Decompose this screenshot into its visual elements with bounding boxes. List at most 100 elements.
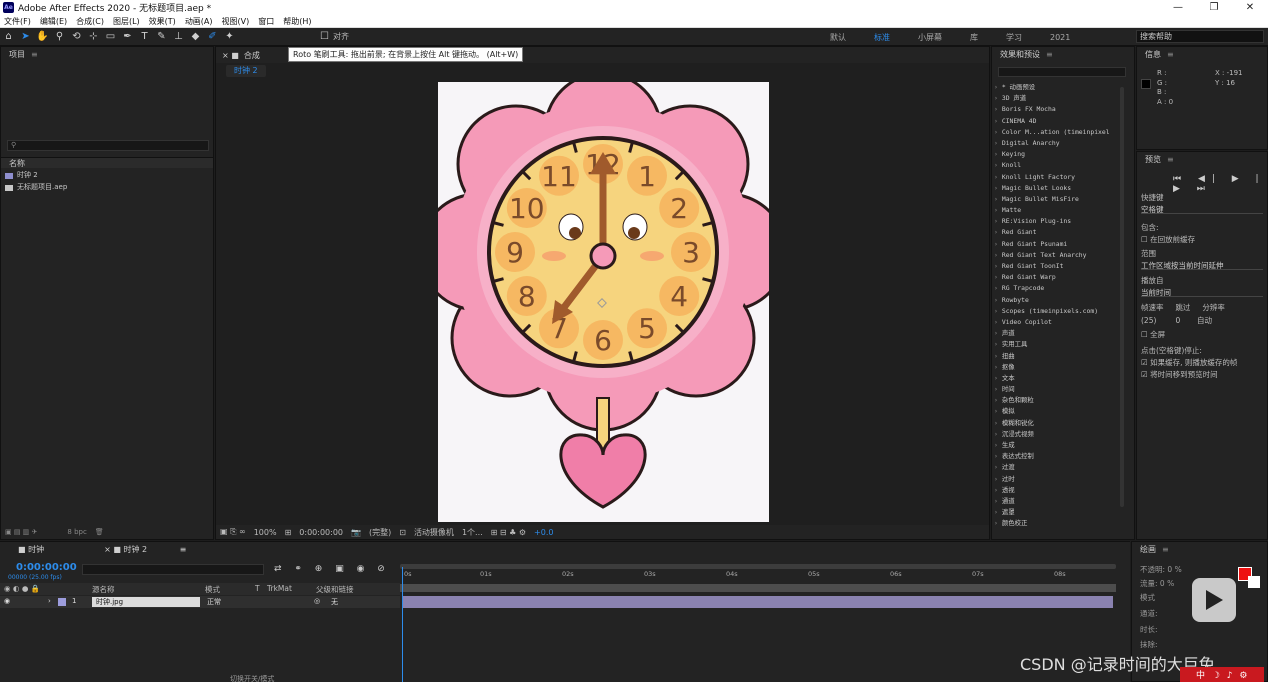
effect-category-item[interactable]: 声道 bbox=[994, 328, 1124, 339]
effect-category-item[interactable]: 沉浸式视频 bbox=[994, 429, 1124, 440]
effects-scrollbar[interactable] bbox=[1120, 87, 1124, 507]
menu-help[interactable]: 帮助(H) bbox=[283, 16, 311, 27]
column-mode[interactable]: 模式 bbox=[205, 584, 220, 595]
layer-parent-select[interactable]: 无 bbox=[331, 597, 338, 607]
zoom-select[interactable]: 100% bbox=[254, 528, 277, 537]
effect-category-item[interactable]: 文本 bbox=[994, 373, 1124, 384]
brush-tool-icon[interactable]: ✎ bbox=[155, 30, 168, 43]
workspace-default[interactable]: 默认 bbox=[830, 32, 846, 43]
frame-rate-select[interactable]: (25) bbox=[1141, 316, 1156, 325]
hand-tool-icon[interactable]: ✋ bbox=[36, 30, 49, 43]
pan-behind-tool-icon[interactable]: ⊹ bbox=[87, 30, 100, 43]
zoom-tool-icon[interactable]: ⚲ bbox=[53, 30, 66, 43]
effect-category-item[interactable]: Digital Anarchy bbox=[994, 138, 1124, 149]
time-navigator[interactable] bbox=[400, 564, 1116, 569]
visibility-eye-icon[interactable]: ◉ bbox=[4, 597, 10, 605]
column-t[interactable]: T bbox=[255, 584, 260, 593]
play-from-select[interactable]: 当前时间 bbox=[1141, 287, 1263, 297]
effect-category-item[interactable]: 过渡 bbox=[994, 462, 1124, 473]
flow-row[interactable]: 流量: 0 % bbox=[1140, 578, 1174, 589]
menu-view[interactable]: 视图(V) bbox=[222, 16, 250, 27]
effect-category-item[interactable]: Red Giant Text Anarchy bbox=[994, 250, 1124, 261]
toggle-switches-modes[interactable]: 切换开关/模式 bbox=[230, 674, 274, 682]
skip-select[interactable]: 0 bbox=[1175, 316, 1180, 325]
effect-category-item[interactable]: Red Giant Warp bbox=[994, 272, 1124, 283]
menu-animation[interactable]: 动画(A) bbox=[185, 16, 213, 27]
effect-category-item[interactable]: 模拟 bbox=[994, 406, 1124, 417]
effect-category-item[interactable]: 扭曲 bbox=[994, 351, 1124, 362]
menu-layer[interactable]: 图层(L) bbox=[113, 16, 140, 27]
playback-controls[interactable]: ⏮ ◀| ▶ |▶ ⏭ bbox=[1173, 174, 1267, 194]
project-footer-icons[interactable]: ▣ ▤ ▥ ✈ bbox=[5, 528, 37, 536]
effect-category-item[interactable]: Red Giant Psunami bbox=[994, 239, 1124, 250]
views-select[interactable]: 1个... bbox=[462, 527, 483, 538]
stop-opt2-checkbox[interactable]: ☑ 将时间移到预览时间 bbox=[1141, 369, 1218, 380]
column-source-name[interactable]: 源名称 bbox=[92, 584, 115, 595]
effect-category-item[interactable]: Red Giant bbox=[994, 227, 1124, 238]
effect-category-item[interactable]: CINEMA 4D bbox=[994, 116, 1124, 127]
minimize-button[interactable]: — bbox=[1160, 0, 1196, 15]
snapshot-icon[interactable]: 📷 bbox=[351, 528, 361, 537]
stop-opt1-checkbox[interactable]: ☑ 如果缓存, 则播放缓存的帧 bbox=[1141, 357, 1237, 368]
workspace-small-screen[interactable]: 小屏幕 bbox=[918, 32, 942, 43]
home-icon[interactable]: ⌂ bbox=[2, 30, 15, 43]
expand-chevron-icon[interactable]: › bbox=[48, 597, 51, 605]
effect-category-item[interactable]: 实用工具 bbox=[994, 339, 1124, 350]
effect-category-item[interactable]: 通道 bbox=[994, 496, 1124, 507]
effect-category-item[interactable]: 时间 bbox=[994, 384, 1124, 395]
resolution-select[interactable]: 自动 bbox=[1197, 316, 1212, 325]
project-item[interactable]: 无标题项目.aep bbox=[5, 182, 67, 193]
effect-category-item[interactable]: 模糊和锐化 bbox=[994, 418, 1124, 429]
roto-brush-tool-icon[interactable]: ✐ bbox=[206, 30, 219, 43]
layer-duration-bar[interactable] bbox=[403, 596, 1113, 608]
label-color-icon[interactable] bbox=[58, 598, 66, 606]
opacity-row[interactable]: 不透明: 0 % bbox=[1140, 564, 1182, 575]
clone-stamp-tool-icon[interactable]: ⊥ bbox=[172, 30, 185, 43]
effect-category-item[interactable]: Knoll bbox=[994, 160, 1124, 171]
comp-footer-tools-icon[interactable]: ⊞ ⊟ ♣ ⚙ bbox=[491, 528, 526, 537]
timeline-search-input[interactable] bbox=[82, 564, 264, 575]
effect-category-item[interactable]: 生成 bbox=[994, 440, 1124, 451]
panel-menu-icon[interactable]: ≡ bbox=[31, 50, 38, 59]
resolution-select[interactable]: (完整) bbox=[369, 527, 391, 538]
grid-icon[interactable]: ⊞ bbox=[285, 528, 292, 537]
cache-checkbox[interactable]: ☐ 在回放前缓存 bbox=[1141, 234, 1195, 245]
effect-category-item[interactable]: 3D 声道 bbox=[994, 93, 1124, 104]
effect-category-item[interactable]: * 动画预设 bbox=[994, 82, 1124, 93]
effect-category-item[interactable]: 抠像 bbox=[994, 362, 1124, 373]
effect-category-item[interactable]: Red Giant ToonIt bbox=[994, 261, 1124, 272]
layer-name[interactable]: 时钟.jpg bbox=[92, 597, 200, 607]
effect-category-item[interactable]: RG Trapcode bbox=[994, 283, 1124, 294]
project-item[interactable]: 时钟 2 bbox=[5, 170, 38, 181]
rectangle-tool-icon[interactable]: ▭ bbox=[104, 30, 117, 43]
effect-category-item[interactable]: Matte bbox=[994, 205, 1124, 216]
menu-window[interactable]: 窗口 bbox=[258, 16, 274, 27]
effect-category-item[interactable]: Color M...ation (timeinpixel bbox=[994, 127, 1124, 138]
panel-menu-icon[interactable]: ≡ bbox=[1167, 155, 1174, 164]
work-area-bar[interactable] bbox=[400, 584, 1116, 592]
rotate-tool-icon[interactable]: ⟲ bbox=[70, 30, 83, 43]
camera-select[interactable]: 活动摄像机 bbox=[414, 527, 454, 538]
timeline-tab-clock2[interactable]: × ■ 时钟 2 ≡ bbox=[104, 544, 186, 555]
workspace-standard[interactable]: 标准 bbox=[874, 32, 890, 43]
effects-search-input[interactable] bbox=[998, 67, 1126, 77]
effect-category-item[interactable]: Video Copilot bbox=[994, 317, 1124, 328]
close-button[interactable]: ✕ bbox=[1232, 0, 1268, 15]
menu-composition[interactable]: 合成(C) bbox=[76, 16, 104, 27]
maximize-button[interactable]: ❐ bbox=[1196, 0, 1232, 15]
effect-category-item[interactable]: 过时 bbox=[994, 474, 1124, 485]
shortcut-select[interactable]: 空格键 bbox=[1141, 204, 1263, 214]
video-play-overlay[interactable] bbox=[1192, 578, 1236, 622]
puppet-pin-tool-icon[interactable]: ✦ bbox=[223, 30, 236, 43]
panel-menu-icon[interactable]: ≡ bbox=[1162, 545, 1169, 554]
workspace-learn[interactable]: 学习 bbox=[1006, 32, 1022, 43]
effect-category-item[interactable]: 杂色和颗粒 bbox=[994, 395, 1124, 406]
help-search-input[interactable]: 搜索帮助 bbox=[1136, 30, 1264, 43]
effect-category-item[interactable]: RE:Vision Plug-ins bbox=[994, 216, 1124, 227]
effect-category-item[interactable]: Knoll Light Factory bbox=[994, 172, 1124, 183]
background-color-swatch[interactable] bbox=[1248, 576, 1260, 588]
menu-effect[interactable]: 效果(T) bbox=[149, 16, 176, 27]
effect-category-item[interactable]: Boris FX Mocha bbox=[994, 104, 1124, 115]
type-tool-icon[interactable]: T bbox=[138, 30, 151, 43]
comp-subtab[interactable]: 时钟 2 bbox=[226, 65, 266, 77]
